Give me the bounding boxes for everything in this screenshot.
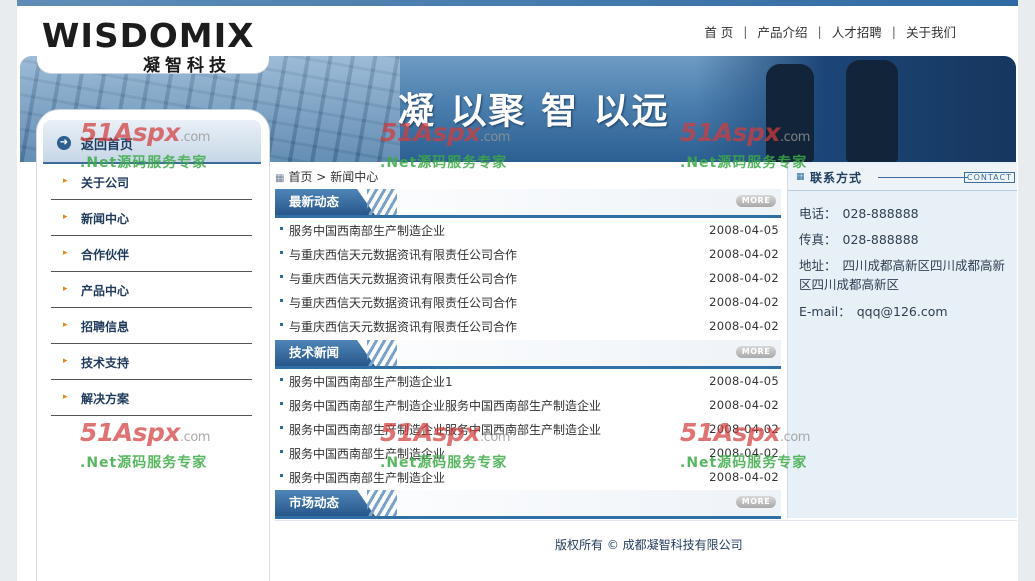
bullet-arrow-icon: ▸ <box>63 356 68 366</box>
nav-item-home[interactable]: 首 页 <box>694 22 743 41</box>
breadcrumb-current: 新闻中心 <box>330 170 379 184</box>
sidebar-item-support[interactable]: ▸ 技术支持 <box>51 344 252 380</box>
bullet-arrow-icon: ▸ <box>63 392 68 402</box>
breadcrumb-home[interactable]: 首页 <box>288 170 312 184</box>
footer-copyright: 版权所有 © 成都凝智科技有限公司 <box>555 538 743 552</box>
list-item[interactable]: 与重庆西信天元数据资讯有限责任公司合作 2008-04-02 <box>275 266 781 290</box>
top-nav: 首 页 | 产品介绍 | 人才招聘 | 关于我们 <box>694 22 966 41</box>
nav-item-jobs[interactable]: 人才招聘 <box>822 22 892 41</box>
latest-news-list: 服务中国西南部生产制造企业 2008-04-05 与重庆西信天元数据资讯有限责任公… <box>275 218 781 338</box>
section-title: 最新动态 <box>275 189 375 215</box>
list-item[interactable]: 服务中国西南部生产制造企业服务中国西南部生产制造企业 2008-04-02 <box>275 393 781 417</box>
list-item[interactable]: 服务中国西南部生产制造企业1 2008-04-05 <box>275 369 781 393</box>
list-item[interactable]: 服务中国西南部生产制造企业 2008-04-05 <box>275 218 781 242</box>
bullet-arrow-icon: ▸ <box>63 320 68 330</box>
arrow-right-circle-icon: ➜ <box>57 136 71 150</box>
section-latest-header: 最新动态 MORE <box>275 189 781 218</box>
sidebar-item-partners[interactable]: ▸ 合作伙伴 <box>51 236 252 272</box>
list-item[interactable]: 服务中国西南部生产制造企业 2008-04-02 <box>275 441 781 465</box>
list-item[interactable]: 与重庆西信天元数据资讯有限责任公司合作 2008-04-02 <box>275 314 781 338</box>
contact-header: ▦ 联系方式 CONTACT <box>788 164 1017 191</box>
sidebar-item-products[interactable]: ▸ 产品中心 <box>51 272 252 308</box>
contact-phone: 电话： 028-888888 <box>799 206 919 221</box>
bullet-arrow-icon: ▸ <box>63 176 68 186</box>
banner-slogan: 凝 以聚 智 以远 <box>398 90 670 132</box>
contact-fax: 传真： 028-888888 <box>799 232 919 247</box>
logo[interactable]: WISDOMIX 凝智科技 <box>37 6 269 76</box>
contact-title: 联系方式 <box>810 171 863 185</box>
footer-divider <box>275 520 1017 521</box>
sidebar-item-news[interactable]: ▸ 新闻中心 <box>51 200 252 236</box>
contact-address: 地址： 四川成都高新区四川成都高新区四川成都高新区 <box>799 258 1006 292</box>
bullet-arrow-icon: ▸ <box>63 284 68 294</box>
bullet-arrow-icon: ▸ <box>63 212 68 222</box>
page: 凝 以聚 智 以远 WISDOMIX 凝智科技 首 页 | 产品介绍 | 人才招… <box>17 0 1018 581</box>
grid-icon: ▦ <box>275 173 285 184</box>
sidebar-item-solutions[interactable]: ▸ 解决方案 <box>51 380 252 416</box>
contact-panel: ▦ 联系方式 CONTACT 电话： 028-888888 传真： 028-8888… <box>787 162 1017 518</box>
section-title: 技术新闻 <box>275 340 375 366</box>
sidebar-home-button[interactable]: ➜ 返回首页 <box>43 120 261 164</box>
bullet-arrow-icon: ▸ <box>63 248 68 258</box>
logo-subtitle: 凝智科技 <box>143 56 231 76</box>
handshake-image <box>696 56 1016 162</box>
more-button[interactable]: MORE <box>736 195 776 207</box>
tech-news-list: 服务中国西南部生产制造企业1 2008-04-05 服务中国西南部生产制造企业服务… <box>275 369 781 489</box>
sidebar: ➜ 返回首页 ▸ 关于公司 ▸ 新闻中心 ▸ 合作伙伴 ▸ 产品中心 ▸ 招聘信息 ▸ 技术… <box>37 110 269 581</box>
list-item[interactable]: 服务中国西南部生产制造企业服务中国西南部生产制造企业 2008-04-02 <box>275 417 781 441</box>
section-title: 市场动态 <box>275 490 375 516</box>
nav-item-products[interactable]: 产品介绍 <box>748 22 818 41</box>
grid-icon: ▦ <box>796 172 805 182</box>
section-tech-header: 技术新闻 MORE <box>275 340 781 369</box>
sidebar-item-about[interactable]: ▸ 关于公司 <box>51 164 252 200</box>
breadcrumb-separator: > <box>316 170 327 184</box>
contact-title-en: CONTACT <box>964 172 1015 183</box>
more-button[interactable]: MORE <box>736 496 776 508</box>
sidebar-item-jobs[interactable]: ▸ 招聘信息 <box>51 308 252 344</box>
list-item[interactable]: 服务中国西南部生产制造企业 2008-04-02 <box>275 465 781 489</box>
list-item[interactable]: 与重庆西信天元数据资讯有限责任公司合作 2008-04-02 <box>275 242 781 266</box>
sidebar-home-label: 返回首页 <box>81 138 134 153</box>
breadcrumb: ▦ 首页 > 新闻中心 <box>275 168 378 185</box>
nav-item-about[interactable]: 关于我们 <box>896 22 966 41</box>
list-item[interactable]: 与重庆西信天元数据资讯有限责任公司合作 2008-04-02 <box>275 290 781 314</box>
logo-wordmark: WISDOMIX <box>41 16 255 55</box>
contact-email: E-mail： qqq@126.com <box>799 304 948 319</box>
sidebar-menu: ▸ 关于公司 ▸ 新闻中心 ▸ 合作伙伴 ▸ 产品中心 ▸ 招聘信息 ▸ 技术支持 ▸ 解决方… <box>51 164 252 416</box>
section-market-header: 市场动态 MORE <box>275 490 781 519</box>
more-button[interactable]: MORE <box>736 346 776 358</box>
